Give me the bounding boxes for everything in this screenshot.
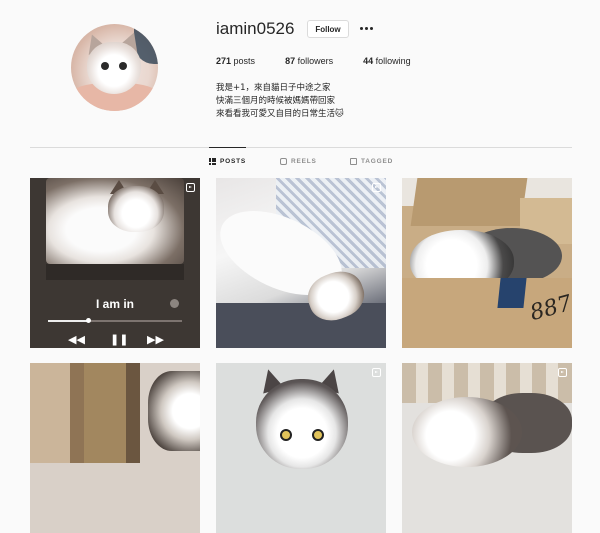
following-stat[interactable]: 44 following [363, 56, 411, 66]
reel-icon [372, 368, 381, 377]
reels-icon [280, 157, 287, 165]
tab-tagged[interactable]: TAGGED [350, 148, 393, 174]
next-icon: ▶▶ [147, 334, 164, 346]
profile-username: iamin0526 [216, 19, 295, 38]
profile-avatar[interactable] [71, 24, 158, 111]
post-image [256, 379, 348, 469]
post-image [412, 397, 522, 467]
reel-icon [186, 183, 195, 192]
post-tile[interactable] [216, 363, 386, 533]
tab-posts[interactable]: POSTS [209, 147, 247, 174]
pause-icon: ❚❚ [110, 334, 129, 346]
previous-icon: ◀◀ [68, 334, 85, 346]
follow-button[interactable]: Follow [307, 20, 349, 38]
tagged-icon [350, 157, 357, 165]
grid-icon [209, 157, 216, 165]
tab-reels[interactable]: REELS [280, 148, 317, 174]
bio-line: 我是+1，來自貓日子中途之家 [216, 83, 331, 93]
post-tile[interactable]: I am in ◀◀ ❚❚ ▶▶ [30, 178, 200, 348]
posts-stat: 271 posts [216, 56, 256, 66]
post-tile[interactable] [402, 363, 572, 533]
post-image [46, 178, 184, 264]
post-tile[interactable] [30, 363, 200, 533]
profile-bio: 我是+1，來自貓日子中途之家 快滿三個月的時候被媽媽帶回家 來看看我可愛又自目的… [216, 82, 344, 121]
profile-stats: 271 posts 87 followers 44 following [216, 56, 441, 66]
profile-tabs: POSTS REELS TAGGED [30, 147, 572, 174]
bio-line: 來看看我可愛又自目的日常生活🐱 [216, 109, 344, 119]
post-image [148, 371, 200, 451]
bio-line: 快滿三個月的時候被媽媽帶回家 [216, 96, 336, 106]
progress-bar [48, 318, 182, 323]
reel-icon [558, 368, 567, 377]
song-options-icon [170, 299, 179, 308]
followers-stat[interactable]: 87 followers [285, 56, 333, 66]
more-options-icon[interactable] [358, 20, 374, 36]
post-tile[interactable]: 887 [402, 178, 572, 348]
post-tile[interactable] [216, 178, 386, 348]
reel-icon [372, 183, 381, 192]
